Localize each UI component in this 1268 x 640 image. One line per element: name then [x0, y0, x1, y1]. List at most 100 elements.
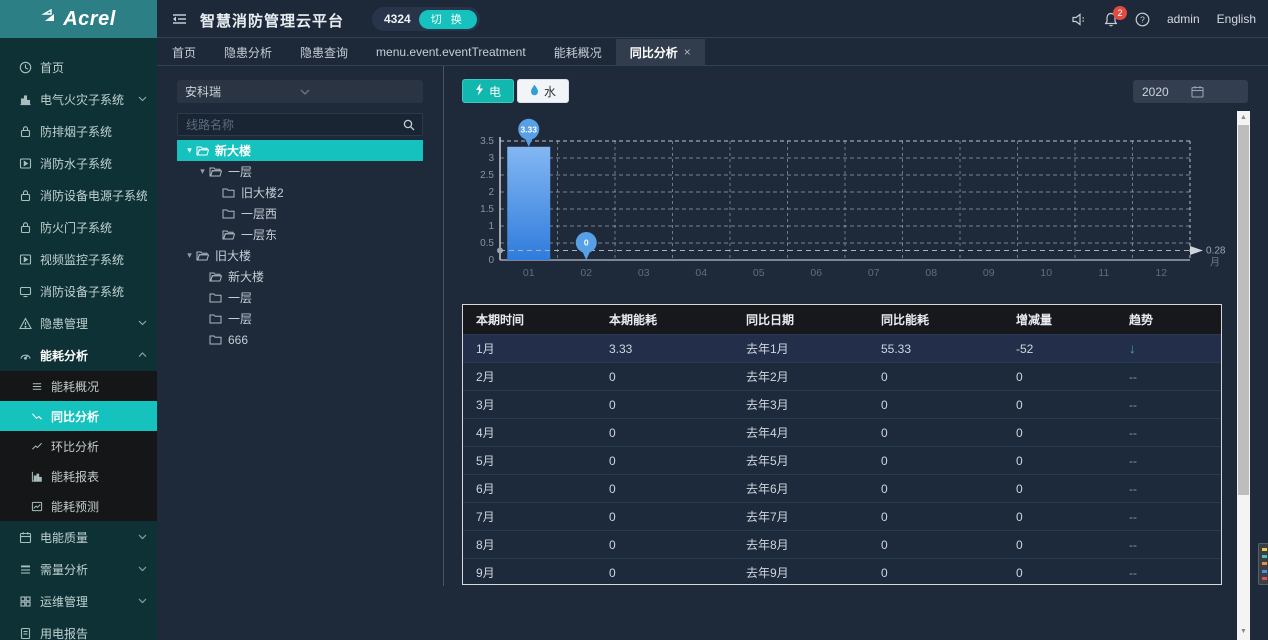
table-cell: 3月 — [463, 391, 596, 418]
table-row[interactable]: 7月0去年7月00-- — [463, 502, 1221, 530]
sidebar-subitem[interactable]: 能耗报表 — [0, 461, 157, 491]
sidebar-item[interactable]: 电气火灾子系统 — [0, 83, 157, 115]
sidebar-item[interactable]: 消防设备子系统 — [0, 275, 157, 307]
svg-text:2.5: 2.5 — [480, 170, 494, 181]
table-cell: 0 — [1003, 419, 1116, 446]
speaker-icon[interactable] — [1072, 13, 1087, 26]
company-select[interactable]: 安科瑞 — [177, 80, 423, 103]
tree-node-label: 旧大楼 — [215, 247, 251, 264]
help-icon[interactable]: ? — [1135, 12, 1150, 27]
yoy-table: 本期时间本期能耗同比日期同比能耗增减量趋势 1月3.33去年1月55.33-52… — [462, 304, 1222, 585]
folder-open-icon — [196, 250, 210, 261]
tab-active[interactable]: 同比分析× — [616, 39, 705, 65]
topbar-right: 2 ? admin English — [1072, 0, 1256, 38]
sidebar-subitem[interactable]: 能耗概况 — [0, 371, 157, 401]
line-down-icon — [31, 410, 43, 422]
table-cell: 0 — [596, 419, 733, 446]
scrollbar-up-arrow[interactable]: ▲ — [1237, 112, 1250, 124]
sidebar-item[interactable]: 隐患管理 — [0, 307, 157, 339]
chevron-up-icon — [138, 352, 147, 358]
tree-node[interactable]: 一层 — [177, 287, 423, 308]
sidebar-subitem[interactable]: 环比分析 — [0, 431, 157, 461]
energy-toggle-label: 电 — [489, 83, 501, 100]
user-menu[interactable]: admin — [1167, 12, 1200, 26]
year-picker[interactable]: 2020 — [1133, 80, 1248, 103]
table-row[interactable]: 6月0去年6月00-- — [463, 474, 1221, 502]
tab-3[interactable]: menu.event.eventTreatment — [362, 39, 540, 65]
caret-down-icon[interactable]: ▾ — [183, 250, 196, 261]
tree-node[interactable]: 旧大楼2 — [177, 182, 423, 203]
sidebar-item[interactable]: 消防水子系统 — [0, 147, 157, 179]
sidebar-item[interactable]: 用电报告 — [0, 617, 157, 640]
tree-node[interactable]: 一层西 — [177, 203, 423, 224]
sidebar-subitem[interactable]: 同比分析 — [0, 401, 157, 431]
sidebar-item[interactable]: 运维管理 — [0, 585, 157, 617]
tree-node[interactable]: 新大楼 — [177, 266, 423, 287]
sidebar-item[interactable]: 电能质量 — [0, 521, 157, 553]
sidebar-subitem-label: 能耗概况 — [51, 378, 99, 395]
svg-text:1.5: 1.5 — [480, 204, 494, 215]
svg-text:05: 05 — [753, 267, 765, 279]
tab-2[interactable]: 隐患查询 — [286, 39, 362, 65]
scrollbar-down-arrow[interactable]: ▼ — [1237, 626, 1250, 638]
table-row[interactable]: 5月0去年5月00-- — [463, 446, 1221, 474]
chevron-down-icon — [300, 89, 415, 95]
table-row[interactable]: 4月0去年4月00-- — [463, 418, 1221, 446]
language-switcher[interactable]: English — [1217, 12, 1256, 26]
acrel-logo-icon — [41, 9, 59, 30]
tab-0[interactable]: 首页 — [158, 39, 210, 65]
trend-none: -- — [1129, 538, 1137, 552]
trend-cell: -- — [1116, 447, 1222, 474]
sidebar-subitem[interactable]: 能耗预测 — [0, 491, 157, 521]
year-picker-value: 2020 — [1142, 85, 1191, 99]
tab-label: menu.event.eventTreatment — [376, 45, 526, 59]
sidebar-item[interactable]: 防排烟子系统 — [0, 115, 157, 147]
tree-node[interactable]: 666 — [177, 329, 423, 350]
tab-4[interactable]: 能耗概况 — [540, 39, 616, 65]
tree-node[interactable]: 一层东 — [177, 224, 423, 245]
tree-node-label: 新大楼 — [215, 142, 251, 159]
tree-node[interactable]: ▾ 新大楼 — [177, 140, 423, 161]
sidebar-item[interactable]: 需量分析 — [0, 553, 157, 585]
yoy-bar-chart[interactable]: 00.511.522.533.5010203040506070809101112… — [462, 108, 1230, 303]
sidebar-item[interactable]: 能耗分析 — [0, 339, 157, 371]
switch-button[interactable]: 切 换 — [419, 10, 477, 29]
svg-text:月: 月 — [1210, 256, 1220, 268]
chevron-down-icon — [138, 566, 147, 572]
logo[interactable]: Acrel — [0, 0, 157, 38]
caret-down-icon[interactable]: ▾ — [196, 166, 209, 177]
table-row[interactable]: 8月0去年8月00-- — [463, 530, 1221, 558]
project-count-badge: 4324 — [384, 12, 411, 26]
list-icon — [31, 380, 43, 392]
energy-toggle-water[interactable]: 水 — [517, 79, 569, 103]
table-row[interactable]: 3月0去年3月00-- — [463, 390, 1221, 418]
vertical-scrollbar[interactable]: ▲ ▼ — [1237, 111, 1250, 640]
lock-icon — [19, 125, 32, 138]
tree-node[interactable]: 一层 — [177, 308, 423, 329]
sidebar-item[interactable]: 消防设备电源子系统 — [0, 179, 157, 211]
table-row[interactable]: 9月0去年9月00-- — [463, 558, 1221, 585]
tree-node[interactable]: ▾ 一层 — [177, 161, 423, 182]
table-row[interactable]: 1月3.33去年1月55.33-52↓ — [463, 334, 1221, 362]
caret-down-icon[interactable]: ▾ — [183, 145, 196, 156]
folder-open-icon — [209, 271, 223, 282]
table-row[interactable]: 2月0去年2月00-- — [463, 362, 1221, 390]
tree-node[interactable]: ▾ 旧大楼 — [177, 245, 423, 266]
sidebar-item[interactable]: 防火门子系统 — [0, 211, 157, 243]
sidebar-item[interactable]: 首页 — [0, 51, 157, 83]
trend-none: -- — [1129, 370, 1137, 384]
table-header-cell: 同比能耗 — [868, 305, 1003, 334]
menu-fold-icon[interactable] — [172, 12, 187, 26]
tab-label: 隐患查询 — [300, 44, 348, 61]
scrollbar-thumb[interactable] — [1238, 125, 1249, 495]
folder-open-icon — [196, 145, 210, 156]
table-cell: 0 — [1003, 531, 1116, 558]
search-icon[interactable] — [396, 114, 422, 135]
sidebar-item[interactable]: 视频监控子系统 — [0, 243, 157, 275]
energy-toggle-electric[interactable]: 电 — [462, 79, 514, 103]
bell-icon[interactable]: 2 — [1104, 12, 1118, 27]
line-search-input[interactable] — [178, 114, 396, 135]
tab-1[interactable]: 隐患分析 — [210, 39, 286, 65]
close-icon[interactable]: × — [684, 45, 691, 59]
folder-closed-icon — [209, 313, 223, 324]
